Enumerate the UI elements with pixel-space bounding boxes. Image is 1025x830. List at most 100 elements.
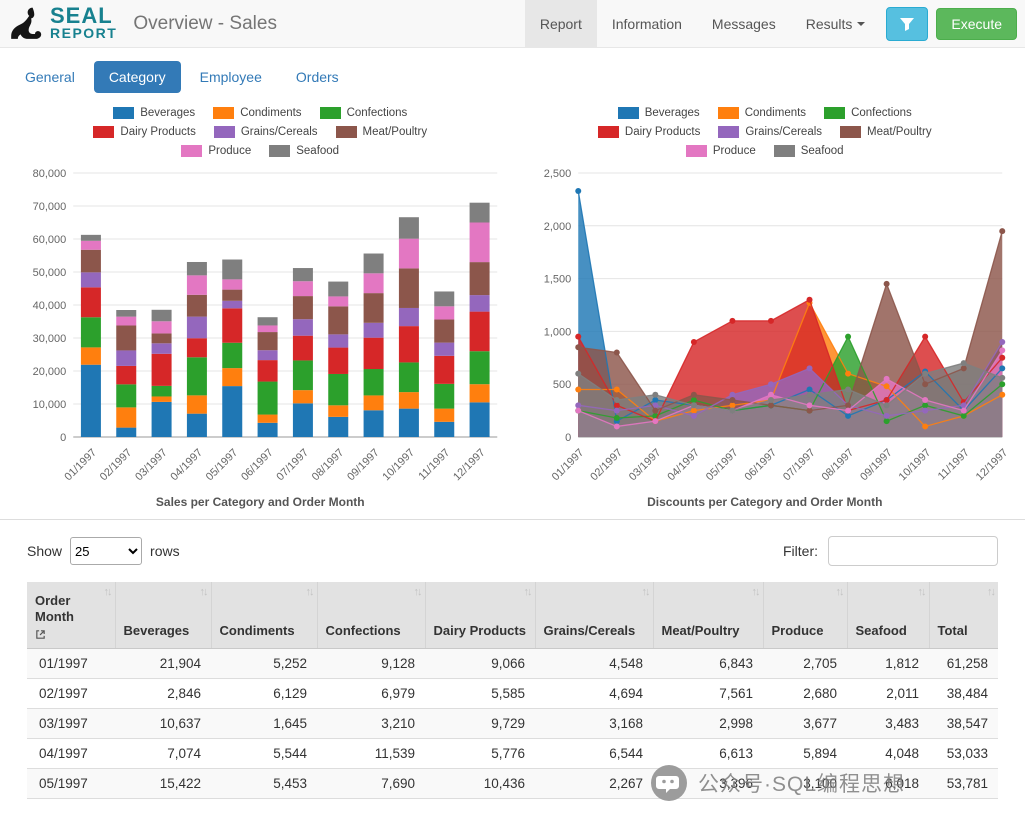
cell-value: 5,894	[763, 738, 847, 768]
discounts-chart-card: Beverages Condiments Confections Dairy Prod…	[513, 105, 1018, 509]
column-label: Order Month	[35, 593, 107, 626]
cell-value: 7,561	[653, 678, 763, 708]
legend-swatch	[214, 126, 235, 138]
cell-value: 6,018	[847, 768, 929, 798]
legend-item-meat-poultry[interactable]: Meat/Poultry	[336, 126, 428, 138]
column-header-confections[interactable]: ↑↓Confections	[317, 582, 425, 648]
column-header-condiments[interactable]: ↑↓Condiments	[211, 582, 317, 648]
sort-icon[interactable]: ↑↓	[918, 586, 925, 598]
nav-item-report[interactable]: Report	[525, 0, 597, 47]
svg-text:1,500: 1,500	[543, 274, 571, 286]
nav-item-messages[interactable]: Messages	[697, 0, 791, 47]
logo-text-report: REPORT	[50, 27, 117, 40]
table-row: 01/199721,9045,2529,1289,0664,5486,8432,…	[27, 648, 998, 678]
legend-item-condiments[interactable]: Condiments	[213, 107, 301, 119]
svg-text:1,000: 1,000	[543, 326, 571, 338]
column-header-total[interactable]: ↑↓ Total	[929, 582, 998, 648]
legend-swatch	[213, 107, 234, 119]
sort-icon[interactable]: ↑↓	[200, 586, 207, 598]
cell-value: 5,252	[211, 648, 317, 678]
legend-item-dairy-products[interactable]: Dairy Products	[93, 126, 195, 138]
column-header-order-month[interactable]: ↑↓Order Month	[27, 582, 115, 648]
cell-value: 53,033	[929, 738, 998, 768]
cell-value: 2,846	[115, 678, 211, 708]
legend-item-beverages[interactable]: Beverages	[113, 107, 195, 119]
svg-text:08/1997: 08/1997	[310, 447, 347, 484]
cell-value: 10,436	[425, 768, 535, 798]
column-label: Total	[938, 623, 968, 639]
column-header-beverages[interactable]: ↑↓Beverages	[115, 582, 211, 648]
cell-value: 53,781	[929, 768, 998, 798]
cell-order-month: 04/1997	[27, 738, 115, 768]
cell-value: 5,453	[211, 768, 317, 798]
cell-value: 2,998	[653, 708, 763, 738]
sort-icon[interactable]: ↑↓	[414, 586, 421, 598]
column-header-produce[interactable]: ↑↓Produce	[763, 582, 847, 648]
cell-value: 3,483	[847, 708, 929, 738]
nav-label: Results	[806, 16, 853, 32]
svg-text:70,000: 70,000	[33, 201, 67, 213]
column-header-grains-cereals[interactable]: ↑↓Grains/Cereals	[535, 582, 653, 648]
cell-value: 4,048	[847, 738, 929, 768]
legend-item-seafood[interactable]: Seafood	[774, 145, 844, 157]
nav-item-information[interactable]: Information	[597, 0, 697, 47]
legend-item-seafood[interactable]: Seafood	[269, 145, 339, 157]
cell-value: 7,074	[115, 738, 211, 768]
nav-label: Messages	[712, 16, 776, 32]
legend-item-grains-cereals[interactable]: Grains/Cereals	[718, 126, 822, 138]
execute-button[interactable]: Execute	[936, 8, 1017, 40]
table-row: 02/19972,8466,1296,9795,5854,6947,5612,6…	[27, 678, 998, 708]
view-tabs: General Category Employee Orders	[0, 48, 1025, 105]
sort-icon[interactable]: ↑↓	[987, 586, 994, 598]
discounts-chart-legend: Beverages Condiments Confections Dairy Prod…	[575, 107, 955, 157]
legend-item-meat-poultry[interactable]: Meat/Poultry	[840, 126, 932, 138]
legend-item-confections[interactable]: Confections	[320, 107, 408, 119]
cell-value: 4,548	[535, 648, 653, 678]
tab-category[interactable]: Category	[94, 61, 181, 93]
page-size-select[interactable]: 25	[70, 537, 142, 565]
nav-item-results[interactable]: Results	[791, 0, 881, 47]
legend-label: Meat/Poultry	[867, 126, 932, 138]
cell-order-month: 01/1997	[27, 648, 115, 678]
svg-text:05/1997: 05/1997	[204, 447, 241, 484]
table-controls: Show 25 rows Filter:	[0, 520, 1025, 576]
tab-general[interactable]: General	[10, 61, 90, 93]
legend-item-grains-cereals[interactable]: Grains/Cereals	[214, 126, 318, 138]
sort-icon[interactable]: ↑↓	[836, 586, 843, 598]
filter-button[interactable]	[886, 7, 928, 41]
legend-item-condiments[interactable]: Condiments	[718, 107, 806, 119]
column-header-meat-poultry[interactable]: ↑↓Meat/Poultry	[653, 582, 763, 648]
cell-value: 6,979	[317, 678, 425, 708]
cell-value: 11,539	[317, 738, 425, 768]
sort-icon[interactable]: ↑↓	[752, 586, 759, 598]
filter-input[interactable]	[828, 536, 998, 566]
svg-text:2,500: 2,500	[543, 168, 571, 180]
legend-label: Dairy Products	[120, 126, 195, 138]
column-header-dairy-products[interactable]: ↑↓Dairy Products	[425, 582, 535, 648]
legend-swatch	[181, 145, 202, 157]
sort-icon[interactable]: ↑↓	[104, 586, 111, 598]
open-link-icon[interactable]	[35, 629, 46, 640]
sort-icon[interactable]: ↑↓	[642, 586, 649, 598]
svg-text:20,000: 20,000	[33, 366, 67, 378]
legend-item-produce[interactable]: Produce	[686, 145, 756, 157]
table-row: 04/19977,0745,54411,5395,7766,5446,6135,…	[27, 738, 998, 768]
legend-item-produce[interactable]: Produce	[181, 145, 251, 157]
legend-item-confections[interactable]: Confections	[824, 107, 912, 119]
sort-icon[interactable]: ↑↓	[524, 586, 531, 598]
svg-text:40,000: 40,000	[33, 300, 67, 312]
cell-value: 2,011	[847, 678, 929, 708]
legend-item-beverages[interactable]: Beverages	[618, 107, 700, 119]
legend-swatch	[113, 107, 134, 119]
tab-employee[interactable]: Employee	[185, 61, 277, 93]
column-header-seafood[interactable]: ↑↓Seafood	[847, 582, 929, 648]
tab-orders[interactable]: Orders	[281, 61, 354, 93]
rows-label: rows	[150, 543, 180, 559]
svg-text:08/1997: 08/1997	[819, 447, 856, 484]
legend-item-dairy-products[interactable]: Dairy Products	[598, 126, 700, 138]
sort-icon[interactable]: ↑↓	[306, 586, 313, 598]
legend-swatch	[269, 145, 290, 157]
cell-value: 6,129	[211, 678, 317, 708]
legend-label: Seafood	[296, 145, 339, 157]
cell-value: 2,705	[763, 648, 847, 678]
